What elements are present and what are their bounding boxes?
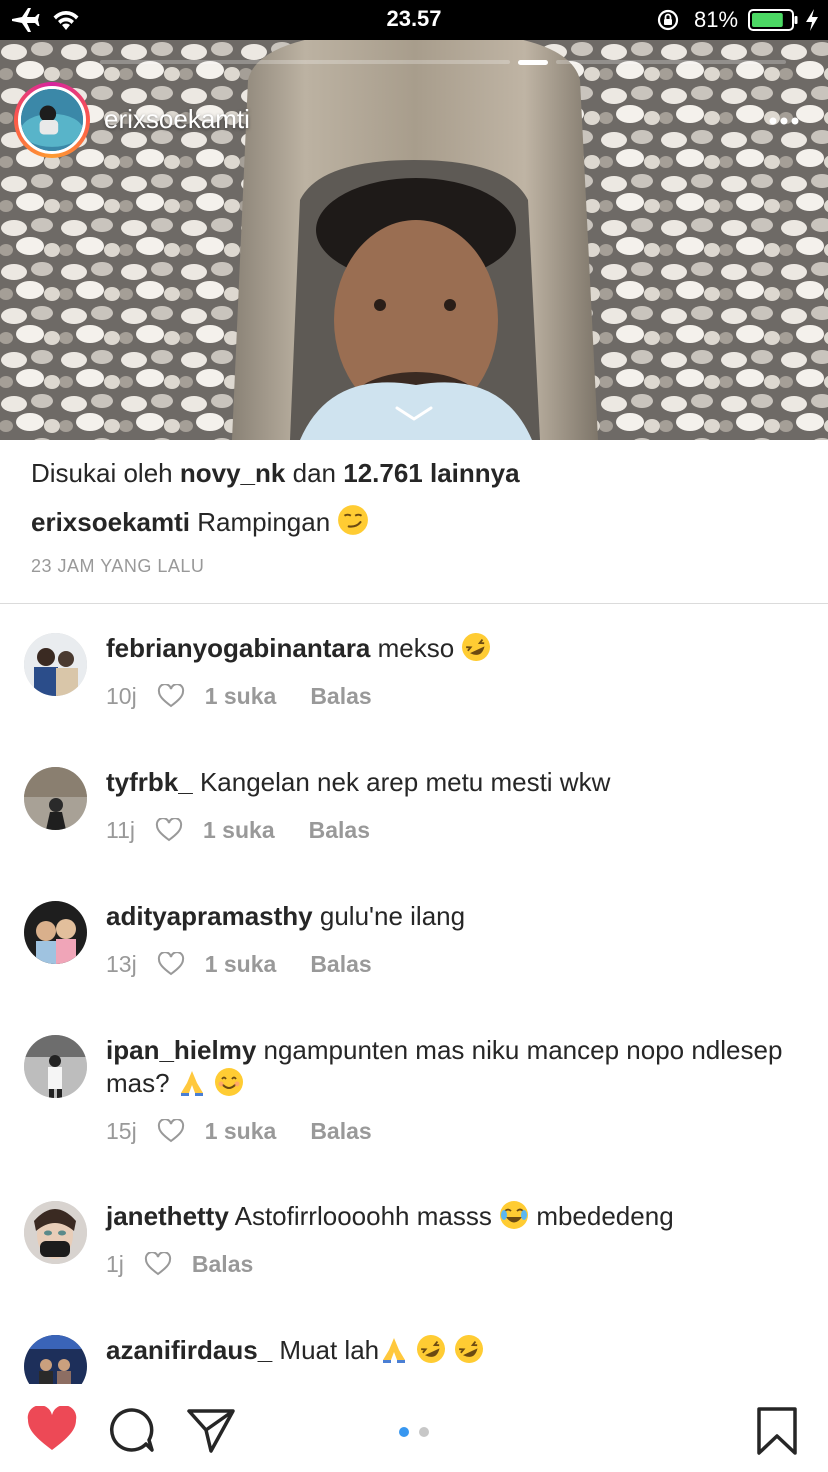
story-progress-segment-active (518, 60, 548, 65)
comments-list[interactable]: febrianyogabinantara mekso 10j 1 suka Ba… (0, 604, 828, 1384)
reply-button[interactable]: Balas (309, 817, 370, 844)
comment-time: 15j (106, 1117, 137, 1144)
story-photo (0, 40, 828, 440)
heart-icon[interactable] (155, 818, 183, 842)
avatar-image (24, 1035, 87, 1098)
likes-middle: dan (292, 458, 336, 488)
comment-likes[interactable]: 1 suka (205, 1118, 277, 1145)
battery-percent: 81% (694, 7, 739, 32)
comment-username[interactable]: janethetty (106, 1201, 229, 1231)
comment-body-after: mbededeng (536, 1201, 674, 1231)
heart-icon[interactable] (144, 1252, 172, 1276)
likes-count[interactable]: 12.761 lainnya (343, 458, 519, 488)
comment-body: mekso (377, 633, 455, 663)
avatar[interactable] (24, 1201, 87, 1264)
comment-username[interactable]: tyfrbk_ (106, 767, 193, 797)
comment-meta: 15j 1 suka Balas (106, 1116, 372, 1146)
reply-button[interactable]: Balas (310, 1118, 371, 1145)
reply-button[interactable]: Balas (310, 951, 371, 978)
comment-text: azanifirdaus_ Muat lah (106, 1334, 796, 1367)
avatar-image (24, 1201, 87, 1264)
comment-username[interactable]: febrianyogabinantara (106, 633, 370, 663)
avatar[interactable] (24, 901, 87, 964)
likes-summary[interactable]: Disukai oleh novy_nk dan 12.761 lainnya (31, 458, 520, 489)
comment-time: 11j (106, 816, 135, 843)
rofl-emoji (462, 633, 491, 661)
story-progress-segment-1 (100, 60, 510, 64)
post-timestamp: 23 JAM YANG LALU (31, 556, 205, 576)
reply-button[interactable]: Balas (310, 683, 371, 710)
heart-icon[interactable] (157, 952, 185, 976)
heart-icon[interactable] (157, 1119, 185, 1143)
more-options-icon[interactable] (766, 106, 802, 136)
chevron-down-icon[interactable] (394, 404, 434, 424)
comment-username[interactable]: adityapramasthy (106, 901, 313, 931)
comment-meta: 13j 1 suka Balas (106, 949, 372, 979)
avatar[interactable] (24, 1335, 87, 1384)
avatar-image (24, 1335, 87, 1384)
comment-meta: 11j 1 suka Balas (106, 815, 370, 845)
post-caption: erixsoekamti Rampingan (31, 504, 369, 538)
comment-text: adityapramasthy gulu'ne ilang (106, 900, 796, 933)
comment-body: Muat lah (279, 1335, 380, 1365)
pray-emoji (383, 1338, 406, 1363)
comment-text: janethetty Astofirrloooohh masss mbedede… (106, 1200, 796, 1233)
charging-bolt-icon (806, 9, 818, 31)
bottom-action-bar (0, 1384, 828, 1472)
comment-text: febrianyogabinantara mekso (106, 632, 796, 665)
joy-emoji (500, 1201, 529, 1229)
likes-prefix: Disukai oleh (31, 458, 173, 488)
story-avatar[interactable] (14, 82, 90, 158)
rofl-emoji (417, 1335, 446, 1363)
comment-likes[interactable]: 1 suka (203, 817, 275, 844)
caption-text: Rampingan (197, 507, 331, 537)
rofl-emoji (454, 1335, 483, 1363)
comment-time: 13j (106, 950, 137, 977)
avatar[interactable] (24, 633, 87, 696)
comment-time: 10j (106, 682, 137, 709)
status-bar: 23.57 81% (0, 0, 828, 40)
comment-icon[interactable] (108, 1406, 156, 1454)
comment-meta: 1j Balas (106, 1249, 253, 1279)
heart-filled-icon[interactable] (26, 1406, 78, 1452)
battery-icon (748, 9, 798, 31)
comment-text: ipan_hielmy ngampunten mas niku mancep n… (106, 1034, 796, 1100)
comment-username[interactable]: azanifirdaus_ (106, 1335, 272, 1365)
caption-username[interactable]: erixsoekamti (31, 507, 190, 537)
comment-text: tyfrbk_ Kangelan nek arep metu mesti wkw (106, 766, 796, 799)
heart-icon[interactable] (157, 684, 185, 708)
comment-likes[interactable]: 1 suka (205, 951, 277, 978)
save-bookmark-icon[interactable] (756, 1406, 798, 1456)
comment-body: gulu'ne ilang (319, 901, 466, 931)
avatar-image (21, 89, 83, 151)
story-username[interactable]: erixsoekamti (104, 104, 250, 135)
page-dots-indicator (399, 1427, 429, 1437)
pray-emoji (180, 1071, 203, 1096)
orientation-lock-icon (657, 9, 679, 31)
avatar-image (24, 901, 87, 964)
smirk-emoji (338, 505, 369, 535)
comment-meta: 10j 1 suka Balas (106, 681, 372, 711)
smile-emoji (215, 1068, 244, 1096)
send-icon[interactable] (186, 1406, 236, 1454)
comment-time: 1j (106, 1250, 124, 1277)
avatar-image (24, 633, 87, 696)
comment-body: Astofirrloooohh masss (234, 1201, 492, 1231)
comment-body: Kangelan nek arep metu mesti wkw (199, 767, 611, 797)
comment-likes[interactable]: 1 suka (205, 683, 277, 710)
avatar[interactable] (24, 767, 87, 830)
avatar[interactable] (24, 1035, 87, 1098)
avatar-image (24, 767, 87, 830)
reply-button[interactable]: Balas (192, 1251, 253, 1278)
comment-username[interactable]: ipan_hielmy (106, 1035, 256, 1065)
story-media[interactable]: erixsoekamti (0, 40, 828, 440)
story-progress-segment-3 (556, 60, 786, 64)
avatar (18, 86, 86, 154)
likes-user[interactable]: novy_nk (180, 458, 286, 488)
